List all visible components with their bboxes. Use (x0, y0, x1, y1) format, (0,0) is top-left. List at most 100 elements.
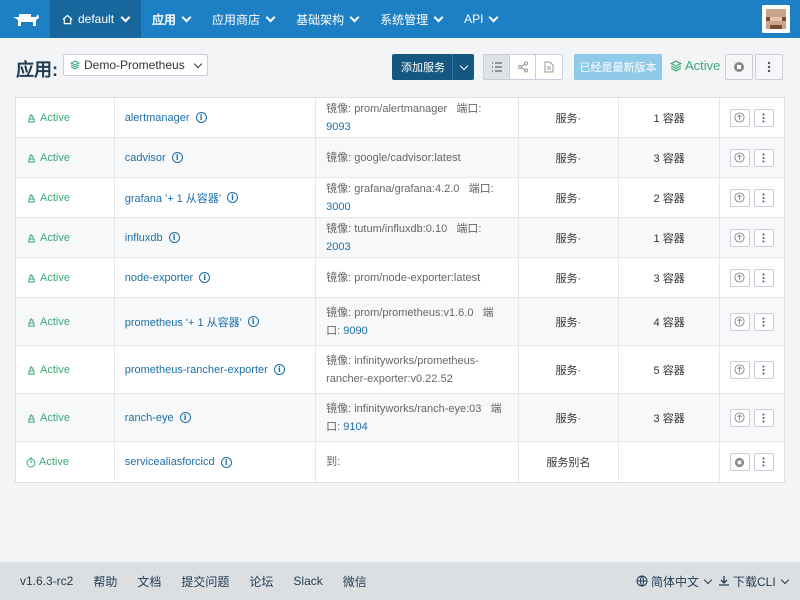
info-icon[interactable]: i (168, 232, 180, 243)
service-more-button[interactable] (753, 453, 774, 471)
service-image: 镜像: tutum/influxdb:0.10 端口: 2003 (316, 218, 519, 257)
footer-link-forum[interactable]: 论坛 (249, 573, 273, 590)
service-actions (720, 394, 784, 441)
add-service-dropdown-toggle[interactable] (452, 54, 474, 80)
nav-item-api[interactable]: API (453, 0, 508, 38)
port-link[interactable]: 9093 (326, 121, 350, 133)
port-link[interactable]: 2003 (326, 241, 350, 253)
graph-view-button[interactable] (510, 55, 536, 79)
nav-item-catalog[interactable]: 应用商店 (201, 0, 285, 38)
service-state-label: Active (40, 151, 70, 164)
service-primary-action-button[interactable] (729, 453, 750, 471)
image-label: 镜像: prom/node-exporter:latest (326, 271, 481, 284)
info-icon[interactable]: i (179, 412, 191, 423)
service-name-link[interactable]: ranch-eye (125, 412, 174, 424)
service-primary-action-button[interactable] (729, 228, 750, 247)
port-label: 端口: (456, 222, 482, 235)
footer-link-docs[interactable]: 文档 (137, 573, 161, 590)
version-label[interactable]: v1.6.3-rc2 (20, 574, 73, 588)
service-more-button[interactable] (753, 228, 774, 247)
view-mode-group (483, 54, 563, 80)
service-name-cell[interactable]: grafana '+ 1 从容器' i (115, 178, 317, 217)
port-link[interactable]: 3000 (326, 201, 350, 213)
service-type: 服务· (519, 298, 620, 345)
list-view-button[interactable] (484, 55, 510, 79)
service-name-link[interactable]: cadvisor (125, 152, 166, 164)
service-type: 服务· (519, 258, 620, 297)
service-state-label: Active (40, 363, 70, 376)
service-name-link[interactable]: node-exporter (125, 272, 194, 284)
service-name-cell[interactable]: node-exporter i (115, 258, 317, 297)
service-more-button[interactable] (753, 108, 774, 127)
service-name-cell[interactable]: prometheus-rancher-exporter i (115, 346, 317, 393)
stack-stop-button[interactable] (725, 54, 753, 80)
service-name-cell[interactable]: servicealiasforcicd i (115, 442, 317, 482)
user-avatar[interactable] (762, 5, 790, 33)
chevron-down-icon (459, 61, 468, 70)
language-selector[interactable]: 简体中文 (636, 573, 713, 590)
info-icon[interactable]: i (195, 112, 207, 123)
stack-selector[interactable]: Demo-Prometheus (63, 54, 208, 76)
service-primary-action-button[interactable] (729, 312, 750, 331)
server-stack-icon (28, 193, 35, 202)
service-name-link[interactable]: prometheus '+ 1 从容器' (125, 314, 242, 330)
stack-more-button[interactable] (755, 54, 783, 80)
info-icon[interactable]: i (199, 272, 211, 283)
service-more-button[interactable] (753, 408, 774, 427)
page-title: 应用: (16, 60, 58, 80)
port-link[interactable]: 9090 (343, 325, 367, 337)
nav-item-infrastructure[interactable]: 基础架构 (285, 0, 369, 38)
service-name-link[interactable]: prometheus-rancher-exporter (125, 364, 268, 376)
service-type: 服务别名 (519, 442, 620, 482)
service-primary-action-button[interactable] (729, 108, 750, 127)
service-more-button[interactable] (753, 360, 774, 379)
info-icon[interactable]: i (247, 316, 259, 327)
image-label: 到: (326, 456, 341, 468)
service-name-cell[interactable]: influxdb i (115, 218, 317, 257)
nav-item-apps[interactable]: 应用 (141, 0, 201, 38)
service-name-cell[interactable]: alertmanager i (115, 98, 317, 137)
info-icon[interactable]: i (220, 456, 232, 468)
service-name-link[interactable]: influxdb (125, 232, 163, 244)
footer-link-help[interactable]: 帮助 (93, 573, 117, 590)
service-name-cell[interactable]: ranch-eye i (115, 394, 317, 441)
footer: v1.6.3-rc2 帮助 文档 提交问题 论坛 Slack 微信 简体中文 下… (0, 562, 800, 600)
service-primary-action-button[interactable] (729, 408, 750, 427)
service-more-button[interactable] (753, 268, 774, 287)
service-more-button[interactable] (753, 148, 774, 167)
service-name-cell[interactable]: prometheus '+ 1 从容器' i (115, 298, 317, 345)
table-row: Active grafana '+ 1 从容器' i 镜像: grafana/gr… (16, 178, 784, 218)
table-row: Active influxdb i 镜像: tutum/influxdb:0.10… (16, 218, 784, 258)
chevron-down-icon (780, 575, 789, 584)
environment-switcher[interactable]: default (50, 0, 142, 38)
info-icon[interactable]: i (273, 364, 285, 375)
service-more-button[interactable] (753, 312, 774, 331)
service-more-button[interactable] (753, 188, 774, 207)
service-primary-action-button[interactable] (729, 148, 750, 167)
service-primary-action-button[interactable] (729, 268, 750, 287)
info-icon[interactable]: i (226, 192, 238, 203)
share-icon (517, 61, 528, 73)
service-actions (720, 138, 784, 177)
upgrade-status-button[interactable]: 已经是最新版本 (574, 54, 662, 80)
service-primary-action-button[interactable] (729, 360, 750, 379)
service-image-text: 镜像: prom/prometheus:v1.6.0 端口: 9090 (326, 304, 507, 340)
download-cli-menu[interactable]: 下载CLI (718, 573, 789, 590)
footer-link-wechat[interactable]: 微信 (343, 573, 367, 590)
service-primary-action-button[interactable] (729, 188, 750, 207)
footer-link-issue[interactable]: 提交问题 (181, 573, 229, 590)
rancher-logo-icon[interactable] (0, 0, 50, 38)
compose-view-button[interactable] (536, 55, 562, 79)
add-service-button[interactable]: 添加服务 (392, 54, 474, 80)
service-name-link[interactable]: servicealiasforcicd (125, 456, 215, 468)
service-type: 服务· (519, 138, 620, 177)
nav-item-admin[interactable]: 系统管理 (369, 0, 453, 38)
port-link[interactable]: 9104 (343, 421, 367, 433)
upgrade-icon (734, 152, 746, 163)
service-name-cell[interactable]: cadvisor i (115, 138, 317, 177)
service-name-link[interactable]: grafana '+ 1 从容器' (125, 190, 221, 206)
service-name-link[interactable]: alertmanager (125, 112, 190, 124)
footer-link-slack[interactable]: Slack (293, 574, 322, 588)
service-image: 镜像: prom/alertmanager 端口: 9093 (316, 98, 519, 137)
info-icon[interactable]: i (171, 152, 183, 163)
